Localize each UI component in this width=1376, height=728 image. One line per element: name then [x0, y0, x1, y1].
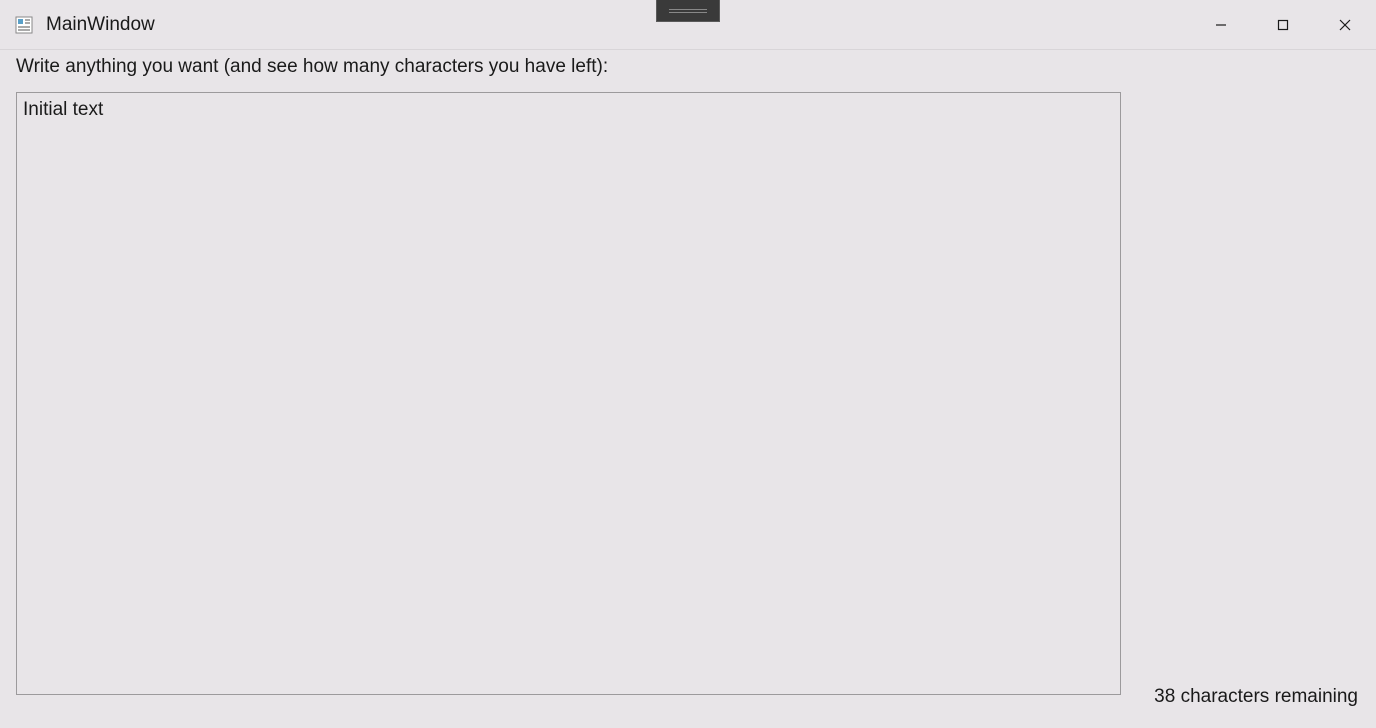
window-title: MainWindow	[46, 14, 155, 36]
characters-remaining-label: 38 characters remaining	[1154, 686, 1358, 708]
main-textbox[interactable]	[16, 92, 1121, 695]
minimize-button[interactable]	[1190, 0, 1252, 49]
app-icon	[14, 15, 34, 35]
debug-grip-icon[interactable]	[656, 0, 720, 22]
window-controls	[1190, 0, 1376, 49]
content-area: Write anything you want (and see how man…	[0, 50, 1376, 700]
titlebar-left: MainWindow	[14, 14, 155, 36]
maximize-button[interactable]	[1252, 0, 1314, 49]
close-button[interactable]	[1314, 0, 1376, 49]
prompt-label: Write anything you want (and see how man…	[16, 56, 1360, 78]
titlebar: MainWindow	[0, 0, 1376, 50]
